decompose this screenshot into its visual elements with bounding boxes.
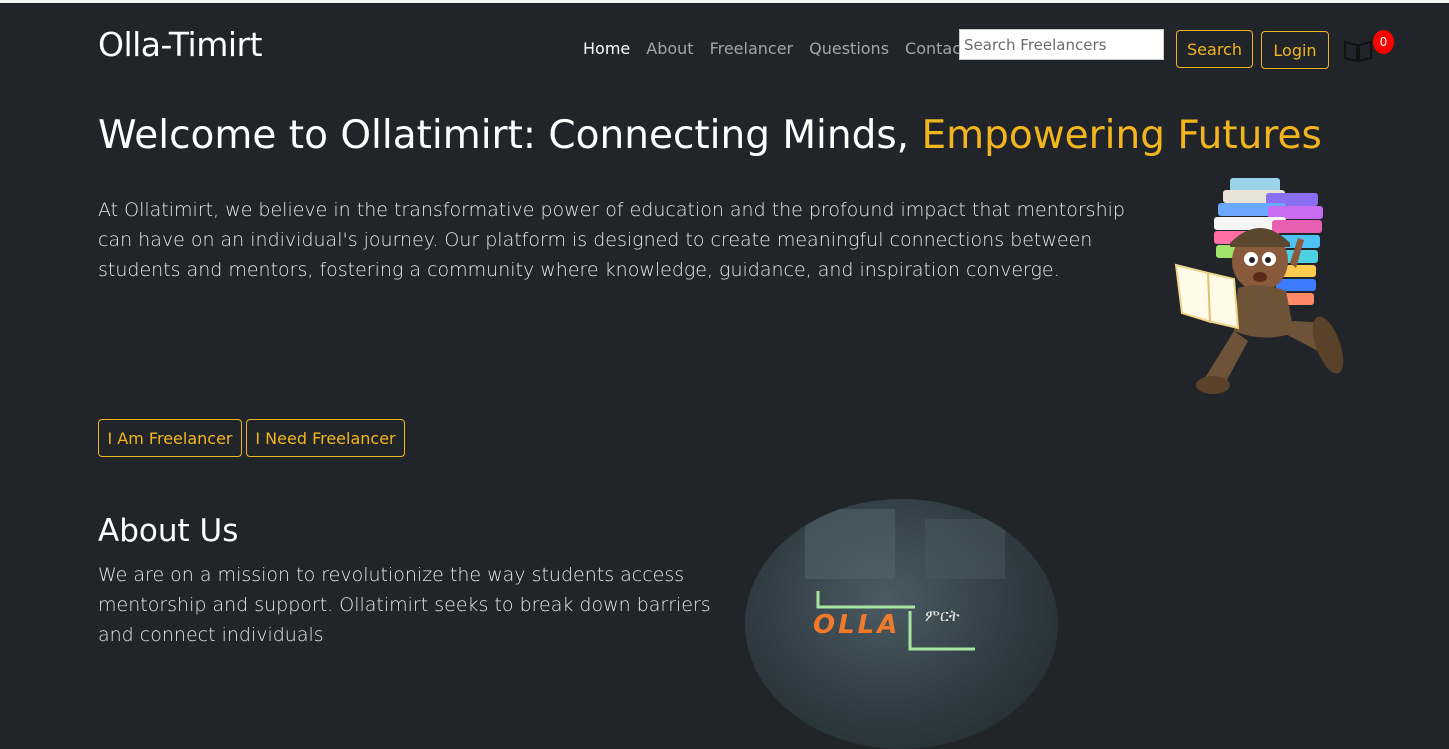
- olla-timirt-logo: OLLA ምርት: [805, 509, 1005, 651]
- nav-freelancer[interactable]: Freelancer: [710, 39, 794, 58]
- login-button[interactable]: Login: [1261, 31, 1329, 69]
- i-am-freelancer-button[interactable]: I Am Freelancer: [98, 419, 242, 457]
- hero-title: Welcome to Ollatimirt: Connecting Minds,…: [98, 113, 1322, 158]
- cart-count-badge: 0: [1373, 30, 1394, 54]
- i-need-freelancer-button[interactable]: I Need Freelancer: [246, 419, 405, 457]
- brand-logo[interactable]: Olla-Timirt: [98, 25, 263, 64]
- about-logo-image: OLLA ምርት: [745, 499, 1058, 749]
- search-button[interactable]: Search: [1176, 30, 1253, 68]
- nav-about[interactable]: About: [646, 39, 693, 58]
- nav-home[interactable]: Home: [583, 39, 630, 58]
- hero-title-main: Welcome to Ollatimirt: Connecting Minds,: [98, 113, 922, 158]
- hero-intro: At Ollatimirt, we believe in the transfo…: [98, 199, 1125, 281]
- student-with-books-illustration: [1174, 178, 1344, 394]
- nav-contact[interactable]: Contact: [905, 39, 967, 58]
- about-title: About Us: [98, 513, 239, 549]
- hero-title-accent: Empowering Futures: [921, 113, 1322, 158]
- nav-questions[interactable]: Questions: [809, 39, 889, 58]
- about-text: We are on a mission to revolutionize the…: [98, 564, 711, 646]
- logo-olla-text: OLLA: [813, 610, 900, 640]
- logo-timirt-text: ምርት: [925, 606, 960, 625]
- main-nav: Home About Freelancer Questions Contact: [583, 39, 967, 58]
- search-input[interactable]: [959, 29, 1164, 60]
- book-icon[interactable]: [1343, 37, 1373, 63]
